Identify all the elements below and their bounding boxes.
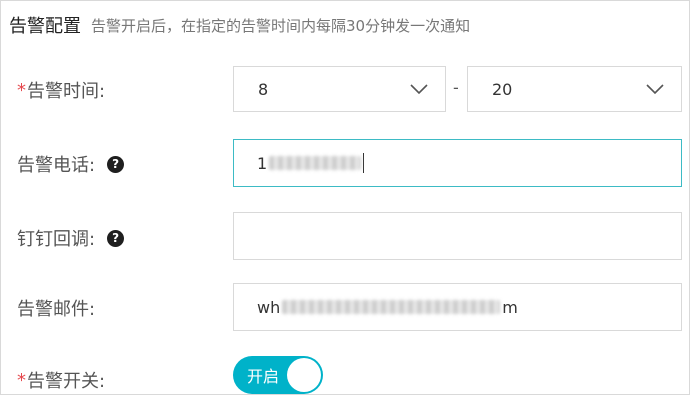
dingtalk-callback-label: 钉钉回调: ? bbox=[17, 225, 125, 251]
alert-email-label-text: 告警邮件: bbox=[17, 299, 96, 320]
alert-config-panel: 告警配置 告警开启后，在指定的告警时间内每隔30分钟发一次通知 * 告警时间: … bbox=[0, 0, 690, 395]
alert-phone-input[interactable] bbox=[233, 139, 682, 187]
time-range-separator: - bbox=[453, 78, 459, 97]
chevron-down-icon bbox=[410, 84, 428, 95]
help-icon[interactable]: ? bbox=[107, 229, 125, 247]
required-mark: * bbox=[17, 79, 26, 101]
alert-phone-label: 告警电话: ? bbox=[17, 151, 125, 177]
alert-toggle-state: 开启 bbox=[247, 367, 280, 386]
alert-toggle-switch[interactable]: 开启 bbox=[233, 356, 323, 394]
alert-email-input[interactable] bbox=[233, 283, 682, 331]
dingtalk-callback-label-text: 钉钉回调: bbox=[17, 229, 96, 250]
alert-time-label: * 告警时间: bbox=[17, 77, 105, 103]
chevron-down-icon bbox=[646, 84, 664, 95]
panel-header: 告警配置 告警开启后，在指定的告警时间内每隔30分钟发一次通知 bbox=[9, 13, 470, 37]
panel-hint: 告警开启后，在指定的告警时间内每隔30分钟发一次通知 bbox=[91, 16, 471, 35]
alert-phone-label-text: 告警电话: bbox=[17, 155, 96, 176]
alert-time-end-select[interactable]: 20 bbox=[467, 66, 682, 112]
alert-switch-label-text: 告警开关: bbox=[27, 371, 106, 392]
help-icon[interactable]: ? bbox=[107, 155, 125, 173]
dingtalk-callback-input[interactable] bbox=[233, 212, 682, 260]
alert-time-label-text: 告警时间: bbox=[27, 81, 106, 102]
toggle-knob bbox=[287, 358, 321, 392]
required-mark: * bbox=[17, 369, 26, 391]
panel-title: 告警配置 bbox=[9, 16, 81, 37]
alert-switch-label: * 告警开关: bbox=[17, 367, 105, 393]
alert-time-start-value: 8 bbox=[258, 79, 269, 99]
alert-time-start-select[interactable]: 8 bbox=[233, 66, 446, 112]
alert-time-end-value: 20 bbox=[492, 79, 513, 99]
alert-email-label: 告警邮件: bbox=[17, 295, 95, 321]
